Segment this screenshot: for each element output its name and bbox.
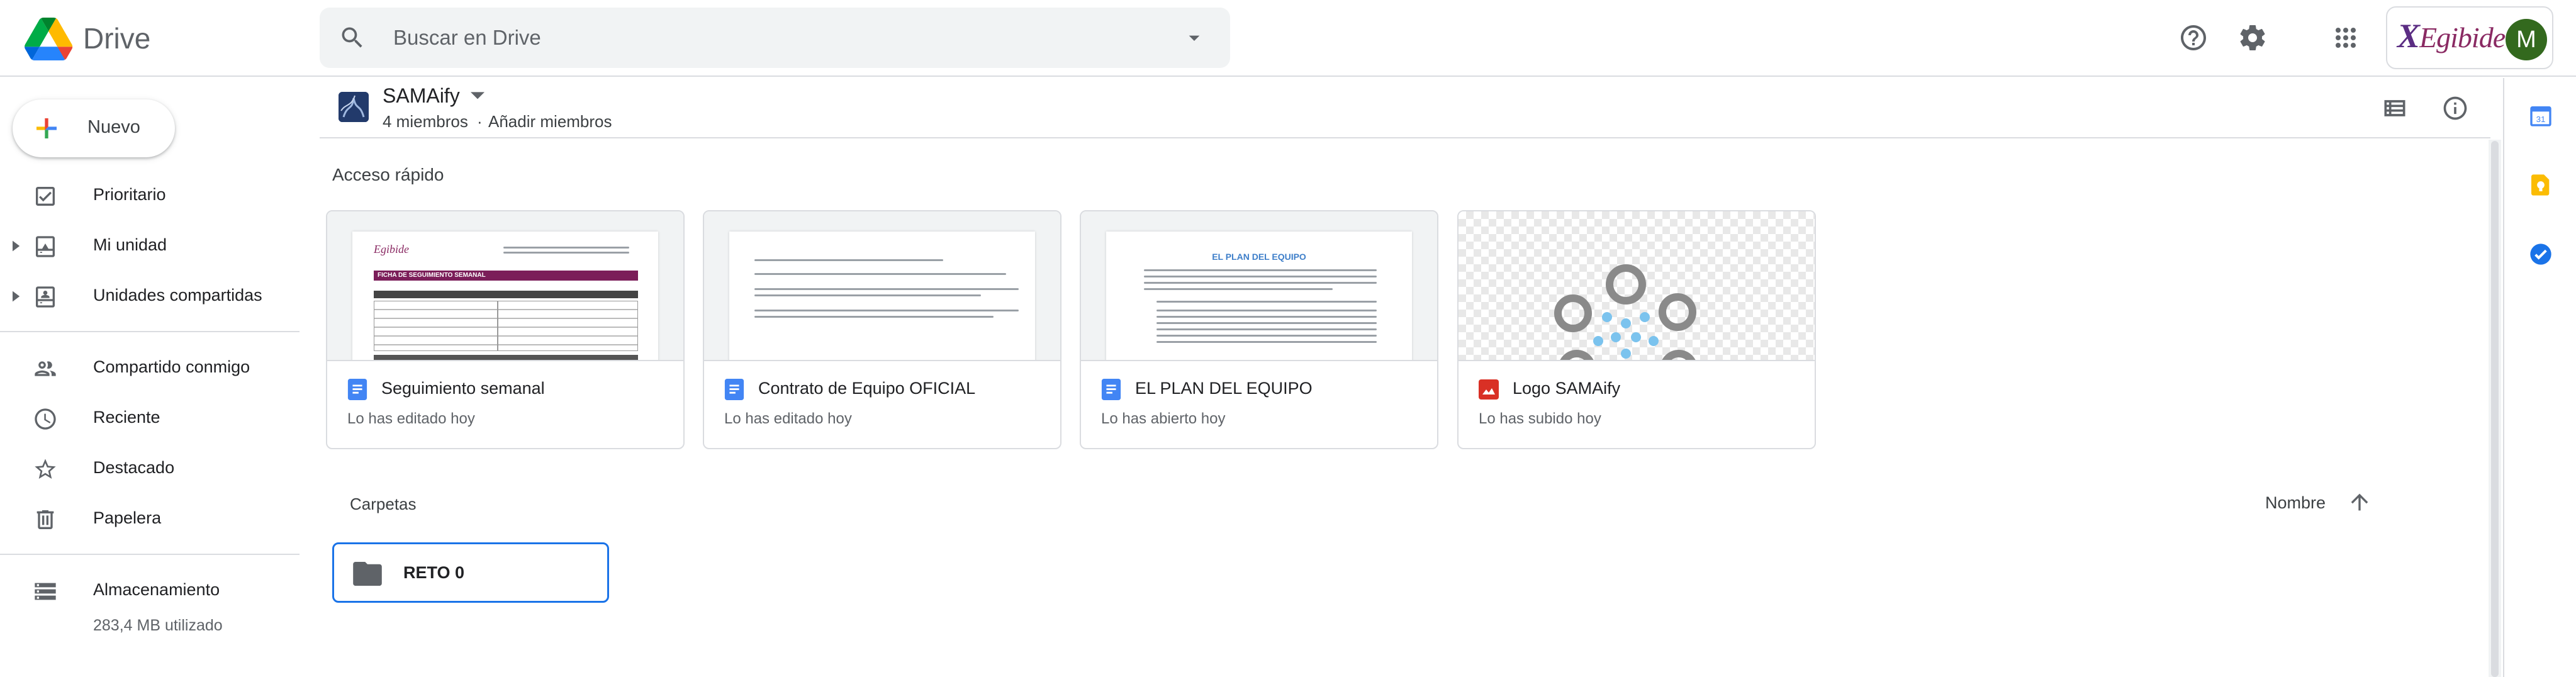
nav-divider [0,554,300,555]
main-scrollbar-thumb[interactable] [2491,141,2499,677]
plus-icon [36,118,57,138]
sidebar-item-my-drive[interactable]: Mi unidad [0,223,301,268]
apps-grid-icon[interactable] [2331,23,2361,53]
star-icon [35,459,56,479]
google-docs-icon [347,379,367,400]
file-name: EL PLAN DEL EQUIPO [1135,379,1313,398]
file-name: Seguimiento semanal [381,379,545,398]
sidebar-item-label: Reciente [93,408,160,427]
quick-access-card[interactable]: Egibide FICHA DE SEGUIMIENTO SEMANAL Seg… [326,210,685,449]
sidebar-item-storage[interactable]: Almacenamiento [0,568,301,613]
sidebar-item-label: Prioritario [93,185,166,204]
folder-icon [353,562,382,586]
search-icon[interactable] [339,24,366,52]
nav-divider [0,331,300,332]
file-activity: Lo has editado hoy [347,410,475,427]
app-title[interactable]: Drive [83,21,150,55]
storage-used-text: 283,4 MB utilizado [93,617,223,634]
expand-caret-icon[interactable] [13,291,21,302]
trash-icon [36,510,54,529]
quick-access-card[interactable]: Contrato de Equipo OFICIAL Lo has editad… [703,210,1061,449]
file-activity: Lo has subido hoy [1479,410,1601,427]
priority-icon [36,187,55,206]
preview-org-logo: Egibide [374,243,409,255]
expand-caret-icon[interactable] [13,240,21,252]
clock-icon [35,408,56,430]
quick-access-card[interactable]: Logo SAMAify Lo has subido hoy [1457,210,1816,449]
folder-item[interactable]: RETO 0 [332,542,609,603]
shared-with-me-icon [35,361,56,376]
drive-logo-icon[interactable] [21,18,76,60]
search-bar[interactable] [320,8,1230,68]
file-thumbnail: EL PLAN DEL EQUIPO [1081,211,1437,361]
drive-theme-icon [339,92,369,122]
sidebar-item-trash[interactable]: Papelera [0,496,301,541]
help-icon[interactable] [2178,23,2209,53]
shared-drive-header: SAMAify 4 miembros · Añadir miembros [320,78,2490,138]
file-name: Contrato de Equipo OFICIAL [758,379,976,398]
sidebar-item-recent[interactable]: Reciente [0,395,301,440]
sidebar-item-label: Unidades compartidas [93,286,262,305]
document-preview: EL PLAN DEL EQUIPO [1106,232,1412,360]
quick-access-title: Acceso rápido [332,165,444,184]
google-docs-icon [724,379,744,400]
settings-gear-icon[interactable] [2237,23,2268,53]
sidebar-item-label: Compartido conmigo [93,357,250,376]
sidebar-item-priority[interactable]: Prioritario [0,172,301,218]
folders-section-title: Carpetas [350,495,417,513]
preview-heading: EL PLAN DEL EQUIPO [1212,252,1306,262]
sidebar-item-label: Destacado [93,458,175,477]
samaify-logo-preview [1554,264,1696,360]
sidebar-item-starred[interactable]: Destacado [0,445,301,491]
sidebar-item-label: Almacenamiento [93,580,220,599]
sort-by-name-button[interactable]: Nombre [2265,493,2326,513]
drive-avatar[interactable] [339,92,369,122]
folder-name: RETO 0 [403,563,465,582]
file-thumbnail: Egibide FICHA DE SEGUIMIENTO SEMANAL [327,211,683,361]
keep-notes-icon[interactable] [2528,172,2553,198]
my-drive-icon [36,236,55,257]
info-icon[interactable] [2441,94,2469,122]
drive-members-count[interactable]: 4 miembros [383,112,468,131]
file-name: Logo SAMAify [1513,379,1621,398]
add-members-link[interactable]: Añadir miembros [488,112,612,131]
sidebar-item-shared-with-me[interactable]: Compartido conmigo [0,345,301,390]
account-switcher[interactable]: XEgibide M [2386,6,2553,69]
preview-header-bar: FICHA DE SEGUIMIENTO SEMANAL [374,271,638,281]
search-options-dropdown-icon[interactable] [1182,25,1207,50]
document-preview [729,232,1035,360]
separator: · [477,112,483,131]
org-logo: XEgibide [2397,17,2506,55]
tasks-icon[interactable] [2528,242,2553,267]
avatar[interactable]: M [2506,19,2547,60]
file-thumbnail [704,211,1060,361]
file-activity: Lo has editado hoy [724,410,852,427]
calendar-icon[interactable]: 31 [2528,103,2553,128]
storage-icon [35,583,56,600]
top-header: Drive XEgibide M [0,0,2576,77]
shared-drives-icon [36,286,55,308]
sort-direction-arrow-up-icon[interactable] [2347,490,2372,515]
sidebar-item-label: Papelera [93,508,162,527]
side-panel: 31 [2503,78,2576,677]
search-input[interactable] [392,21,1118,54]
new-button-label: Nuevo [87,117,140,137]
file-activity: Lo has abierto hoy [1101,410,1226,427]
sidebar-item-shared-drives[interactable]: Unidades compartidas [0,273,301,318]
svg-text:31: 31 [2536,115,2546,124]
google-docs-icon [1101,379,1121,400]
drive-name[interactable]: SAMAify [383,84,460,108]
new-button[interactable]: Nuevo [13,99,175,157]
drive-menu-caret-icon[interactable] [471,92,484,101]
file-thumbnail [1459,211,1815,361]
image-file-icon [1479,379,1499,400]
quick-access-card[interactable]: EL PLAN DEL EQUIPO EL PLAN DEL EQUIPO Lo… [1080,210,1438,449]
document-preview: Egibide FICHA DE SEGUIMIENTO SEMANAL [352,232,658,360]
list-view-icon[interactable] [2381,94,2409,122]
sidebar-item-label: Mi unidad [93,235,167,254]
